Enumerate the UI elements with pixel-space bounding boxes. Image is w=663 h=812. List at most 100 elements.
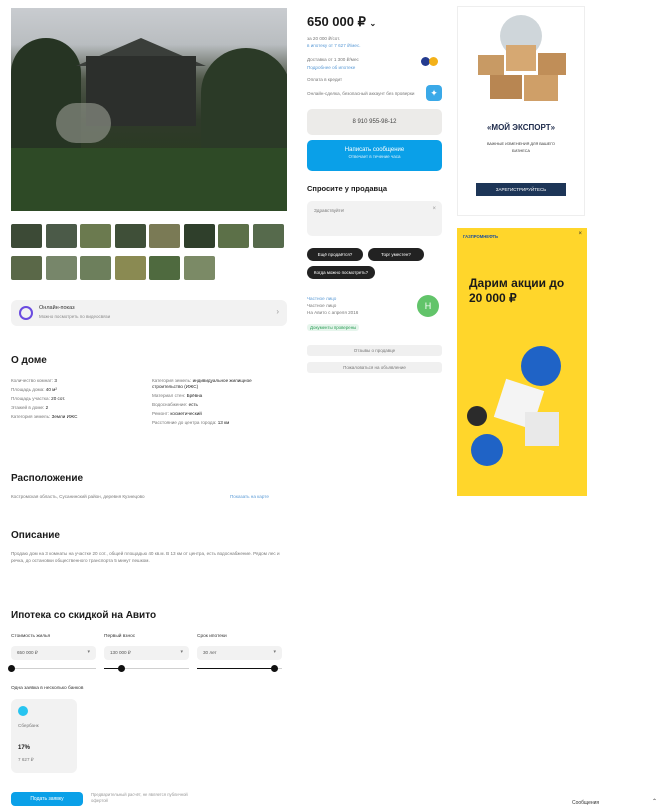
bank-card[interactable]: Сбербанк 17% 7 627 ₽: [11, 699, 77, 773]
ad-boxes-image: [470, 15, 572, 107]
mortgage-field-label: Первый взнос: [104, 634, 136, 639]
photo-thumbnail[interactable]: [80, 256, 111, 280]
bank-logo-icon: [18, 706, 28, 716]
about-row: Этажей в доме: 2: [11, 405, 48, 410]
mortgage-field-value: 650 000 ₽: [17, 650, 38, 655]
location-heading: Расположение: [11, 473, 84, 484]
about-row-label: Ремонт:: [152, 411, 170, 416]
chevron-down-icon: ▾: [180, 649, 183, 655]
ad1-line1: ВАЖНЫЕ ИЗМЕНЕНИЯ ДЛЯ ВАШЕГО: [486, 142, 555, 146]
submit-mortgage-button[interactable]: Подать заявку: [11, 792, 83, 806]
mortgage-field-input[interactable]: 30 лет ▾: [197, 646, 282, 660]
mortgage-slider[interactable]: [197, 665, 282, 672]
photo-thumbnail[interactable]: [114, 256, 146, 280]
mortgage-field-input[interactable]: 650 000 ₽ ▾: [11, 646, 96, 660]
ad2-brand: ГАЗПРОМНЕФТЬ: [463, 234, 499, 239]
ask-seller-input[interactable]: Здравствуйте! ×: [307, 201, 442, 236]
mortgage-slider[interactable]: [104, 665, 189, 672]
photo-thumbnail[interactable]: [114, 224, 146, 248]
slider-fill: [197, 668, 274, 669]
photo-thumbnail[interactable]: [45, 224, 77, 248]
show-on-map-link[interactable]: Показать на карте: [230, 494, 269, 499]
description-text: Продаю дом на 3 комнаты на участке 20 со…: [11, 551, 280, 563]
about-row-label: Категория земель:: [152, 378, 192, 383]
bank-payment: 7 627 ₽: [18, 757, 34, 762]
delivery-note: Доставка от 1 300 ₽/мес: [307, 57, 359, 62]
ad-close-icon[interactable]: ×: [578, 231, 582, 237]
photo-thumbnail[interactable]: [149, 256, 180, 280]
quick-question-chip[interactable]: Торг уместен?: [368, 248, 424, 261]
about-row: Площадь участка: 20 сот.: [11, 396, 65, 401]
video-call-icon: [19, 306, 33, 320]
ad1-title: «МОЙ ЭКСПОРТ»: [486, 123, 556, 132]
info-icon[interactable]: ✦: [426, 85, 442, 101]
delivery-link[interactable]: Подробнее об ипотеке: [307, 65, 355, 70]
slider-handle[interactable]: [270, 665, 278, 672]
photo-thumbnail[interactable]: [149, 224, 180, 248]
mortgage-field-label: Срок ипотеки: [197, 634, 227, 639]
photo-thumbnail[interactable]: [45, 256, 77, 280]
mortgage-slider[interactable]: [8, 665, 96, 672]
close-icon[interactable]: ×: [432, 206, 436, 212]
photo-thumbnail[interactable]: [183, 256, 215, 280]
about-row-label: Количество комнат:: [11, 378, 54, 383]
about-row: Количество комнат: 3: [11, 378, 57, 383]
mortgage-field-input[interactable]: 130 000 ₽ ▾: [104, 646, 189, 660]
seller-reviews-button[interactable]: Отзывы о продавце: [307, 345, 442, 356]
about-row-value: 40 м²: [45, 387, 57, 392]
price-value: 650 000 ₽: [307, 14, 366, 29]
chevron-up-icon[interactable]: ⌃: [652, 798, 657, 805]
seller-since: На Авито с апреля 2016: [307, 310, 359, 315]
photo-thumbnail[interactable]: [252, 224, 284, 248]
about-row: Категория земель: Земли ИЖС: [11, 414, 77, 419]
about-heading: О доме: [11, 355, 47, 366]
ad2-gifts-image: [467, 346, 567, 466]
messages-button[interactable]: Сообщения: [572, 800, 599, 806]
bank-rate: 17%: [18, 745, 31, 751]
chevron-down-icon[interactable]: ⌄: [370, 19, 377, 28]
show-phone-button[interactable]: 8 910 955-98-12: [307, 109, 442, 135]
main-photo[interactable]: [11, 8, 287, 211]
about-row-value: Брёвна: [186, 393, 203, 398]
quick-question-chip[interactable]: Когда можно посмотреть?: [307, 266, 375, 279]
write-message-button[interactable]: Написать сообщение Отвечает в течение ча…: [307, 140, 442, 171]
ad-banner-gazprom[interactable]: ГАЗПРОМНЕФТЬ × Дарим акции до 20 000 ₽: [457, 228, 587, 496]
seller-type[interactable]: Частное лицо: [307, 296, 336, 301]
message-button-subtitle: Отвечает в течение часа: [348, 154, 401, 159]
seller-avatar[interactable]: Н: [417, 295, 439, 317]
about-row-value: 20 сот.: [51, 396, 66, 401]
mortgage-field-value: 30 лет: [203, 650, 217, 655]
photo-thumbnail[interactable]: [11, 224, 42, 248]
photo-thumbnail[interactable]: [218, 224, 249, 248]
quick-question-chip[interactable]: Ещё продаётся?: [307, 248, 363, 261]
message-button-title: Написать сообщение: [344, 147, 405, 153]
mortgage-note[interactable]: в ипотеку от 7 627 ₽/мес.: [307, 43, 361, 49]
payment-logo-icon-2: [429, 57, 438, 66]
mortgage-heading: Ипотека со скидкой на Авито: [11, 610, 157, 621]
ask-seller-heading: Спросите у продавца: [307, 184, 387, 193]
report-listing-button[interactable]: Пожаловаться на объявление: [307, 362, 442, 373]
online-viewing-banner[interactable]: Онлайн-показ Можно посмотреть по видеосв…: [11, 300, 287, 326]
about-row: Материал стен: Брёвна: [152, 393, 202, 398]
ad-banner-export[interactable]: «МОЙ ЭКСПОРТ» ВАЖНЫЕ ИЗМЕНЕНИЯ ДЛЯ ВАШЕГ…: [457, 6, 585, 216]
about-row: Ремонт: косметический: [152, 411, 202, 416]
about-row-label: Площадь участка:: [11, 396, 50, 401]
photo-thumbnail[interactable]: [80, 224, 111, 248]
photo-thumbnail[interactable]: [183, 224, 215, 248]
mortgage-field-value: 130 000 ₽: [110, 650, 131, 655]
about-row-value: Земли ИЖС: [51, 414, 78, 419]
photo-thumbnail[interactable]: [11, 256, 42, 280]
about-row-label: Расстояние до центра города:: [152, 420, 217, 425]
location-address: Костромская область, Сусанинский район, …: [11, 494, 145, 499]
ad1-register-button[interactable]: ЗАРЕГИСТРИРУЙТЕСЬ: [476, 183, 566, 196]
slider-handle[interactable]: [8, 665, 15, 672]
chevron-right-icon: ›: [276, 307, 279, 316]
slider-handle[interactable]: [118, 665, 125, 672]
chevron-down-icon: ▾: [273, 649, 276, 655]
docs-verified-badge: Документы проверены: [307, 324, 360, 331]
about-row-label: Материал стен:: [152, 393, 186, 398]
price: 650 000 ₽ ⌄: [307, 14, 376, 30]
banks-label: Одна заявка в несколько банков: [11, 686, 84, 691]
bank-name: Сбербанк: [18, 723, 39, 728]
mortgage-field-label: Стоимость жилья: [11, 634, 51, 639]
